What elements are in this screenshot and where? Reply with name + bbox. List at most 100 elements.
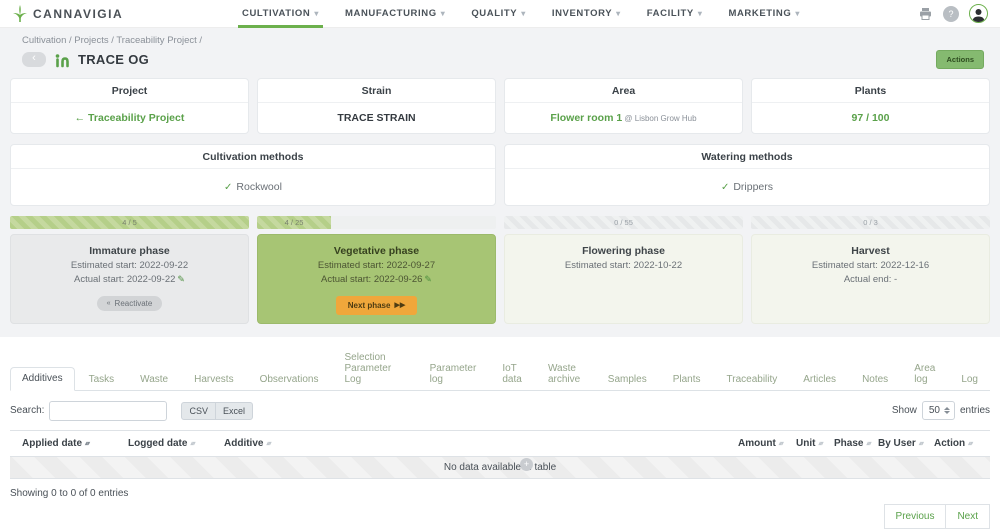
- info-card-value[interactable]: Flower room 1: [550, 112, 622, 124]
- info-card-value[interactable]: ← Traceability Project: [75, 112, 185, 124]
- pagination: Previous Next: [884, 504, 990, 529]
- back-button[interactable]: ‹: [22, 52, 46, 67]
- method-card-cultivation: Cultivation methods✓Rockwool: [10, 144, 496, 206]
- page-size-value: 50: [929, 405, 940, 416]
- edit-pencil-icon[interactable]: ✎: [424, 274, 432, 284]
- plant-icon: [54, 52, 70, 68]
- tab-waste[interactable]: Waste: [128, 368, 180, 391]
- phase-progress-label: 0 / 3: [751, 216, 990, 229]
- phase-progress-bar: 4 / 25: [257, 216, 496, 229]
- tab-iot-data[interactable]: IoT data: [490, 357, 534, 391]
- floating-widget-icon[interactable]: +: [520, 458, 533, 471]
- info-card-body: Flower room 1 @ Lisbon Grow Hub: [505, 103, 742, 133]
- sort-icon: ▴▾: [919, 440, 923, 447]
- check-icon: ✓: [721, 182, 729, 193]
- tab-harvests[interactable]: Harvests: [182, 368, 245, 391]
- phase-button-label: Reactivate: [115, 299, 153, 308]
- menu-item-label: MANUFACTURING: [345, 8, 437, 19]
- info-card-body: 97 / 100: [752, 103, 989, 133]
- previous-page-button[interactable]: Previous: [884, 504, 947, 529]
- export-csv-button[interactable]: CSV: [181, 402, 216, 420]
- phase-progress-bar: 0 / 55: [504, 216, 743, 229]
- menu-item-marketing[interactable]: MARKETING▾: [728, 0, 800, 28]
- menu-item-quality[interactable]: QUALITY▾: [471, 0, 526, 28]
- info-card-title: Strain: [258, 79, 495, 103]
- column-header-additive[interactable]: Additive▴▾: [224, 438, 738, 449]
- menu-item-facility[interactable]: FACILITY▾: [647, 0, 703, 28]
- column-header-label: Logged date: [128, 438, 187, 449]
- info-card-area: AreaFlower room 1 @ Lisbon Grow Hub: [504, 78, 743, 134]
- export-buttons: CSVExcel: [181, 402, 253, 420]
- tab-tasks[interactable]: Tasks: [77, 368, 127, 391]
- chevron-down-icon: ▾: [698, 9, 703, 18]
- next-page-button[interactable]: Next: [945, 504, 990, 529]
- tab-articles[interactable]: Articles: [791, 368, 848, 391]
- sort-icon: ▴▾: [818, 440, 822, 447]
- phases-row: 4 / 5 Immature phase Estimated start: 2022…: [10, 216, 990, 324]
- phase-date-text: Estimated start: 2022-10-22: [565, 260, 682, 271]
- chevron-down-icon: ▾: [441, 9, 446, 18]
- entries-summary: Showing 0 to 0 of 0 entries: [10, 488, 128, 499]
- info-card-suffix: @ Lisbon Grow Hub: [622, 114, 696, 123]
- phase-name: Immature phase: [17, 245, 242, 257]
- print-icon[interactable]: [917, 6, 933, 22]
- table-empty-message: No data available in table: [10, 457, 990, 479]
- phase-date-text: Estimated start: 2022-09-22: [71, 260, 188, 271]
- table-controls: Search: CSVExcel Show 50 entries: [10, 401, 990, 421]
- phase-date-text: Actual end: -: [844, 274, 897, 285]
- top-navbar: CANNAVIGIA CULTIVATION▾ MANUFACTURING ▾ QUA…: [0, 0, 1000, 28]
- column-header-amount[interactable]: Amount▴▾: [738, 438, 796, 449]
- phase-date-line: Actual start: 2022-09-22✎: [17, 273, 242, 287]
- show-label: Show: [892, 405, 917, 416]
- tab-observations[interactable]: Observations: [248, 368, 331, 391]
- phase-reactivate-button[interactable]: «Reactivate: [97, 296, 163, 311]
- phase-date-text: Estimated start: 2022-12-16: [812, 260, 929, 271]
- column-header-label: Phase: [834, 438, 863, 449]
- sort-icon: ▴▾: [190, 440, 194, 447]
- column-header-label: Amount: [738, 438, 776, 449]
- phase-date-line: Estimated start: 2022-12-16: [758, 259, 983, 273]
- phase-progress-label: 4 / 5: [10, 216, 249, 229]
- column-header-by-user[interactable]: By User▴▾: [878, 438, 934, 449]
- menu-item-manufacturing[interactable]: MANUFACTURING ▾: [345, 0, 445, 28]
- phase-date-line: Estimated start: 2022-09-22: [17, 259, 242, 273]
- phase-date-text: Estimated start: 2022-09-27: [318, 260, 435, 271]
- chevron-down-icon: ▾: [314, 9, 319, 18]
- edit-pencil-icon[interactable]: ✎: [177, 274, 185, 284]
- tab-log[interactable]: Log: [949, 368, 990, 391]
- phase-next-phase-button[interactable]: Next phase▶▶: [336, 296, 417, 315]
- tab-waste-archive[interactable]: Waste archive: [536, 357, 594, 391]
- tab-notes[interactable]: Notes: [850, 368, 900, 391]
- column-header-action[interactable]: Action▴▾: [934, 438, 978, 449]
- method-card-title: Watering methods: [505, 145, 989, 169]
- page-size-select[interactable]: 50: [922, 401, 955, 420]
- menu-item-cultivation[interactable]: CULTIVATION▾: [242, 0, 319, 28]
- actions-button[interactable]: Actions: [936, 50, 984, 69]
- phase-progress-label: 0 / 55: [504, 216, 743, 229]
- column-header-applied-date[interactable]: Applied date▴▾: [22, 438, 128, 449]
- search-input[interactable]: [49, 401, 167, 421]
- main-menu: CULTIVATION▾ MANUFACTURING ▾ QUALITY▾ INVENT…: [242, 0, 917, 28]
- tab-parameter-log[interactable]: Parameter log: [418, 357, 489, 391]
- tab-plants[interactable]: Plants: [661, 368, 713, 391]
- column-header-phase[interactable]: Phase▴▾: [834, 438, 878, 449]
- phase-column-2: 4 / 25 Vegetative phase Estimated start: 2…: [257, 216, 496, 324]
- menu-item-inventory[interactable]: INVENTORY▾: [552, 0, 621, 28]
- sort-icon: ▴▾: [779, 440, 783, 447]
- tab-traceability[interactable]: Traceability: [715, 368, 790, 391]
- export-excel-button[interactable]: Excel: [215, 402, 253, 420]
- tab-selection-parameter-log[interactable]: Selection Parameter Log: [332, 346, 415, 391]
- breadcrumb[interactable]: Cultivation / Projects / Traceability Pr…: [10, 35, 990, 46]
- tab-samples[interactable]: Samples: [596, 368, 659, 391]
- method-value: Drippers: [733, 181, 773, 193]
- column-header-logged-date[interactable]: Logged date▴▾: [128, 438, 224, 449]
- tab-area-log[interactable]: Area log: [902, 357, 947, 391]
- info-card-value[interactable]: 97 / 100: [852, 112, 890, 124]
- user-avatar[interactable]: [969, 4, 988, 23]
- tab-additives[interactable]: Additives: [10, 367, 75, 391]
- column-header-unit[interactable]: Unit▴▾: [796, 438, 834, 449]
- brand-logo[interactable]: CANNAVIGIA: [12, 5, 242, 23]
- phase-name: Vegetative phase: [264, 245, 489, 257]
- phase-card-immature-phase: Immature phase Estimated start: 2022-09-2…: [10, 234, 249, 324]
- help-icon[interactable]: ?: [943, 6, 959, 22]
